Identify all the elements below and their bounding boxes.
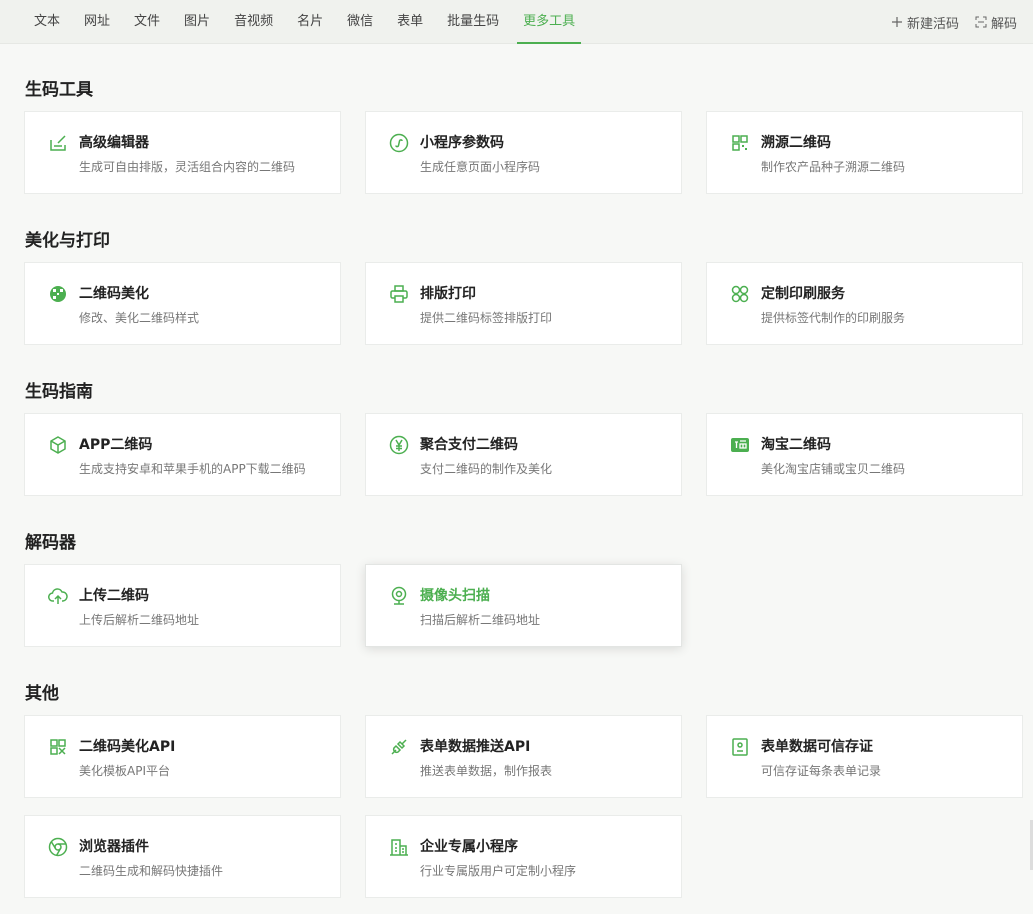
command-icon [729,283,751,305]
tab-image[interactable]: 图片 [172,0,222,44]
section-title-decoder: 解码器 [25,533,76,553]
card-desc: 行业专属版用户可定制小程序 [420,864,577,878]
card-advanced-editor[interactable]: 高级编辑器 生成可自由排版，灵活组合内容的二维码 [24,111,341,194]
mini-program-icon [388,132,410,154]
new-live-code-button[interactable]: 新建活码 [891,13,959,32]
card-desc: 支付二维码的制作及美化 [420,462,553,476]
yen-icon [388,434,410,456]
tab-text[interactable]: 文本 [22,0,72,44]
card-desc: 生成可自由排版，灵活组合内容的二维码 [79,160,296,174]
card-mini-program-code[interactable]: 小程序参数码 生成任意页面小程序码 [365,111,682,194]
card-desc: 制作农产品种子溯源二维码 [761,160,906,174]
card-desc: 生成任意页面小程序码 [420,160,541,174]
card-title: 浏览器插件 [79,839,149,855]
tab-more-tools[interactable]: 更多工具 [511,0,587,44]
card-app-qr[interactable]: APP二维码 生成支持安卓和苹果手机的APP下载二维码 [24,413,341,496]
card-desc: 提供标签代制作的印刷服务 [761,311,906,325]
card-desc: 可信存证每条表单记录 [761,764,882,778]
card-title: 表单数据可信存证 [761,739,873,755]
tab-file[interactable]: 文件 [122,0,172,44]
card-desc: 美化淘宝店铺或宝贝二维码 [761,462,906,476]
certificate-icon [729,736,751,758]
card-layout-print[interactable]: 排版打印 提供二维码标签排版打印 [365,262,682,345]
card-desc: 二维码生成和解码快捷插件 [79,864,224,878]
card-form-trusted-storage[interactable]: 表单数据可信存证 可信存证每条表单记录 [706,715,1023,798]
tab-batch[interactable]: 批量生码 [435,0,511,44]
card-traceability-code[interactable]: 溯源二维码 制作农产品种子溯源二维码 [706,111,1023,194]
card-desc: 推送表单数据，制作报表 [420,764,553,778]
new-live-code-label: 新建活码 [906,16,959,32]
tab-form[interactable]: 表单 [385,0,435,44]
nav-actions: 新建活码 解码 [891,0,1017,44]
card-desc: 生成支持安卓和苹果手机的APP下载二维码 [79,462,306,476]
cloud-upload-icon [47,585,69,607]
edit-icon [47,132,69,154]
card-title: 上传二维码 [79,588,149,604]
section-title-beautify-print: 美化与打印 [25,231,110,251]
card-taobao-qr[interactable]: 淘宝二维码 美化淘宝店铺或宝贝二维码 [706,413,1023,496]
tab-audio-video[interactable]: 音视频 [222,0,285,44]
card-title: 高级编辑器 [79,135,149,151]
card-title: 定制印刷服务 [761,286,845,302]
card-title: 摄像头扫描 [420,588,490,604]
card-desc: 美化模板API平台 [79,764,170,778]
card-title: 表单数据推送API [420,739,531,755]
decode-label: 解码 [990,16,1017,32]
decode-button[interactable]: 解码 [975,13,1017,32]
card-title: 溯源二维码 [761,135,831,151]
card-title: 小程序参数码 [420,135,504,151]
tab-url[interactable]: 网址 [72,0,122,44]
card-title: APP二维码 [79,437,153,453]
building-icon [388,836,410,858]
card-desc: 上传后解析二维码地址 [79,613,200,627]
section-title-other: 其他 [25,684,59,704]
palette-icon [47,283,69,305]
qr-grid-icon [729,132,751,154]
card-browser-plugin[interactable]: 浏览器插件 二维码生成和解码快捷插件 [24,815,341,898]
card-custom-printing[interactable]: 定制印刷服务 提供标签代制作的印刷服务 [706,262,1023,345]
card-desc: 修改、美化二维码样式 [79,311,200,325]
section-title-guides: 生码指南 [25,382,93,402]
card-title: 二维码美化API [79,739,176,755]
scan-icon [975,16,987,28]
card-title: 淘宝二维码 [761,437,831,453]
card-qr-beautify-api[interactable]: 二维码美化API 美化模板API平台 [24,715,341,798]
nav-tabs: 文本 网址 文件 图片 音视频 名片 微信 表单 批量生码 更多工具 [22,0,587,44]
taobao-icon [729,434,751,456]
plug-icon [388,736,410,758]
card-form-push-api[interactable]: 表单数据推送API 推送表单数据，制作报表 [365,715,682,798]
card-title: 企业专属小程序 [420,839,518,855]
card-qr-beautify[interactable]: 二维码美化 修改、美化二维码样式 [24,262,341,345]
card-enterprise-mini-program[interactable]: 企业专属小程序 行业专属版用户可定制小程序 [365,815,682,898]
card-desc: 扫描后解析二维码地址 [420,613,541,627]
card-title: 二维码美化 [79,286,149,302]
cube-icon [47,434,69,456]
plus-icon [891,17,902,27]
card-title: 聚合支付二维码 [420,437,518,453]
browser-icon [47,836,69,858]
tab-business-card[interactable]: 名片 [285,0,335,44]
top-nav-bar: 文本 网址 文件 图片 音视频 名片 微信 表单 批量生码 更多工具 新建活码 … [0,0,1033,44]
section-title-code-tools: 生码工具 [25,80,93,100]
card-desc: 提供二维码标签排版打印 [420,311,553,325]
card-upload-qr[interactable]: 上传二维码 上传后解析二维码地址 [24,564,341,647]
card-camera-scan[interactable]: 摄像头扫描 扫描后解析二维码地址 [365,564,682,647]
tab-wechat[interactable]: 微信 [335,0,385,44]
camera-icon [388,585,410,607]
printer-icon [388,283,410,305]
card-payment-qr[interactable]: 聚合支付二维码 支付二维码的制作及美化 [365,413,682,496]
qr-api-icon [47,736,69,758]
card-title: 排版打印 [420,286,476,302]
